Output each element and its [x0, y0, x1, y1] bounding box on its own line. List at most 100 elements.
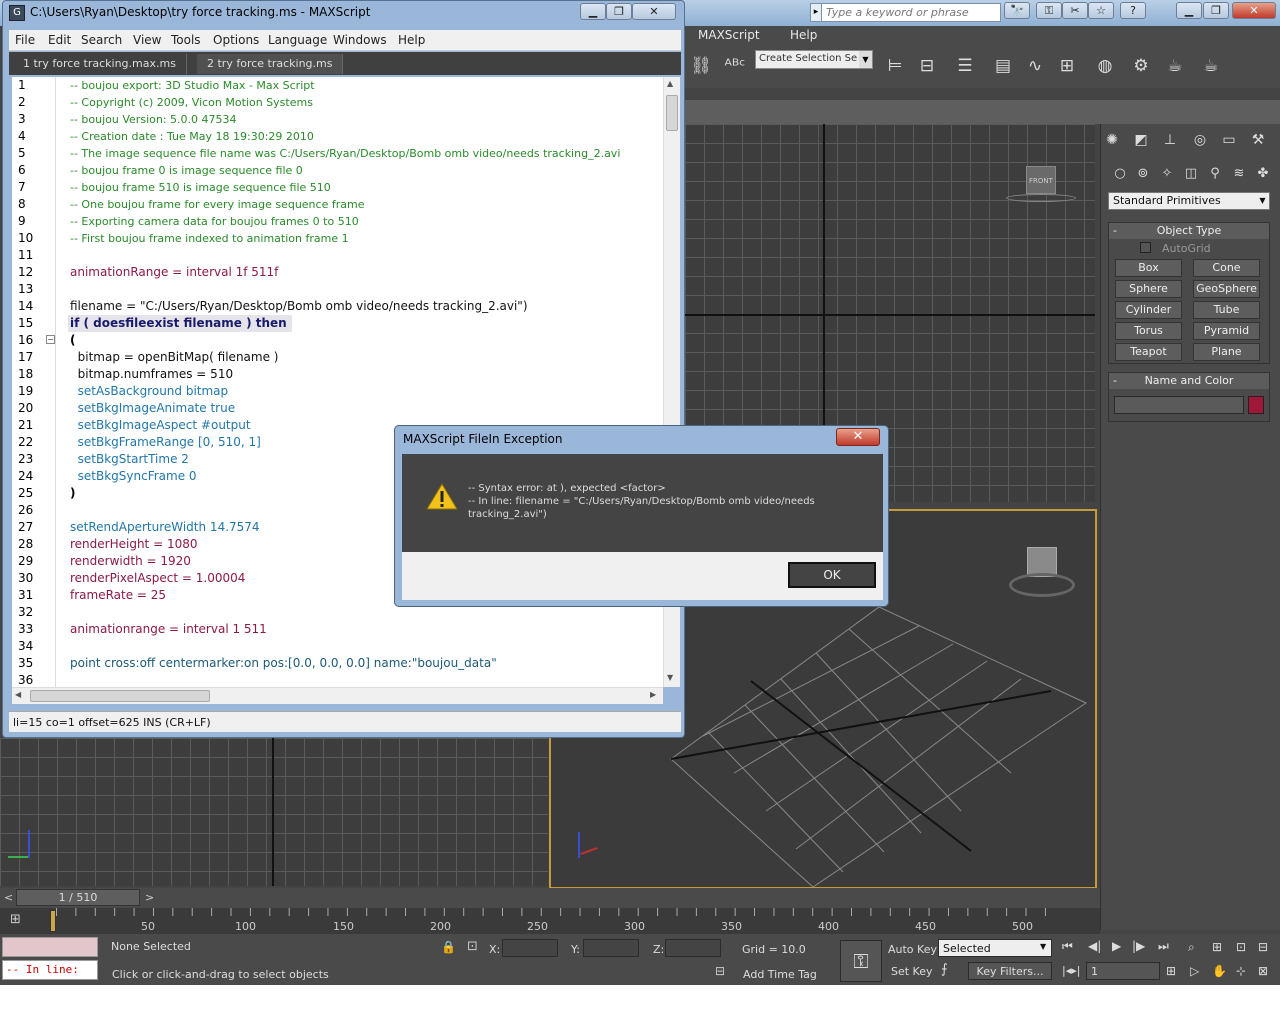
menu-language[interactable]: Language [268, 33, 327, 47]
object-type-header[interactable]: - Object Type [1109, 223, 1269, 239]
menu-file[interactable]: File [15, 33, 35, 47]
box-button[interactable]: Box [1115, 259, 1182, 277]
mirror-icon[interactable]: ⊨ [881, 52, 909, 80]
spacewarps-icon[interactable]: ≋ [1229, 164, 1249, 184]
track-bar[interactable]: ⊞ 50 100 150 200 250 300 350 400 450 500 [0, 908, 1100, 934]
viewcube-perspective[interactable] [1009, 547, 1075, 599]
material-editor-icon[interactable]: ◍ [1091, 52, 1119, 80]
shapes-icon[interactable]: ⊚ [1133, 164, 1153, 184]
scene-explorer-icon[interactable]: ▤ [989, 52, 1017, 80]
selection-set-dropdown[interactable]: Create Selection Se [755, 50, 873, 69]
utilities-tab-icon[interactable]: ⚒ [1248, 130, 1268, 150]
chevron-down-icon[interactable]: ▼ [1256, 193, 1269, 209]
key-tangent-icon[interactable]: ⨍ [941, 962, 965, 982]
key-mode-toggle-icon[interactable]: |◂▸| [1062, 964, 1080, 977]
go-to-start-icon[interactable]: ⏮ [1062, 939, 1073, 954]
link-icon[interactable]: ⛓ [687, 52, 715, 80]
tab-try-force-tracking-ms[interactable]: 2 try force tracking.ms [197, 54, 344, 74]
dialog-close-button[interactable]: ✕ [836, 428, 880, 446]
vertical-scroll-thumb[interactable] [666, 95, 678, 131]
go-to-end-icon[interactable]: ⏭ [1158, 939, 1169, 954]
menu-tools[interactable]: Tools [171, 33, 201, 47]
set-key-large-icon[interactable]: ⚿ [840, 940, 882, 982]
lock-selection-icon[interactable]: 🔒 [441, 940, 456, 954]
layers-icon[interactable]: ☰ [951, 52, 979, 80]
geometry-icon[interactable]: ○ [1110, 164, 1130, 184]
time-tag-icon[interactable]: ⊟ [715, 964, 733, 982]
maximize-viewport-icon[interactable]: ⊠ [1258, 964, 1268, 978]
viewport-left[interactable] [0, 738, 548, 886]
tools-icon[interactable]: ✂ [1062, 2, 1088, 19]
scroll-down-icon[interactable]: ▼ [667, 673, 673, 682]
key-mode-dropdown[interactable]: Selected [938, 939, 1052, 957]
set-key-button[interactable]: Set Key [891, 965, 933, 978]
field-of-view-icon[interactable]: ▷ [1190, 964, 1199, 978]
scroll-right-icon[interactable]: ▶ [650, 690, 656, 699]
display-tab-icon[interactable]: ▭ [1219, 130, 1239, 150]
menu-maxscript[interactable]: MAXScript [698, 28, 760, 42]
menu-help[interactable]: Help [790, 28, 817, 42]
create-tab-icon[interactable]: ✺ [1102, 130, 1122, 150]
torus-button[interactable]: Torus [1115, 322, 1182, 340]
x-coordinate-input[interactable] [502, 939, 558, 957]
binoculars-icon[interactable]: 🔭 [1004, 2, 1030, 19]
current-frame-input[interactable]: 1 [1086, 962, 1160, 980]
sphere-button[interactable]: Sphere [1115, 280, 1182, 298]
maximize-button[interactable]: ❐ [1203, 2, 1229, 19]
pyramid-button[interactable]: Pyramid [1193, 322, 1260, 340]
editor-minimize-button[interactable]: ▁ [580, 3, 606, 20]
category-dropdown[interactable]: Standard Primitives [1108, 192, 1270, 210]
align-icon[interactable]: ⊟ [913, 52, 941, 80]
maxscript-listener-mini[interactable] [2, 937, 98, 957]
cylinder-button[interactable]: Cylinder [1115, 301, 1182, 319]
help-icon[interactable]: ? [1120, 2, 1146, 19]
scroll-up-icon[interactable]: ▲ [667, 79, 673, 88]
maxscript-listener-output[interactable]: -- In line: [2, 960, 98, 980]
viewcube-front[interactable]: FRONT [1006, 164, 1076, 204]
previous-frame-icon[interactable]: ◀| [1088, 939, 1101, 953]
motion-tab-icon[interactable]: ◎ [1190, 130, 1210, 150]
lights-icon[interactable]: ✧ [1157, 164, 1177, 184]
orbit-icon[interactable]: ⊹ [1236, 964, 1246, 978]
horizontal-scroll-thumb[interactable] [30, 690, 210, 702]
time-config-icon[interactable]: ⊞ [1166, 964, 1176, 978]
zoom-all-icon[interactable]: ⊞ [1212, 940, 1222, 954]
render-setup-icon[interactable]: ⚙ [1127, 52, 1155, 80]
time-slider[interactable]: < 1 / 510 > [0, 888, 1100, 908]
name-color-header[interactable]: - Name and Color [1109, 373, 1269, 389]
helpers-icon[interactable]: ⚲ [1205, 164, 1225, 184]
object-name-input[interactable] [1114, 396, 1244, 414]
autogrid-checkbox[interactable] [1140, 242, 1151, 253]
menu-view[interactable]: View [133, 33, 161, 47]
z-coordinate-input[interactable] [665, 939, 721, 957]
ok-button[interactable]: OK [788, 562, 876, 588]
menu-search[interactable]: Search [81, 33, 122, 47]
y-coordinate-input[interactable] [583, 939, 639, 957]
tube-button[interactable]: Tube [1193, 301, 1260, 319]
spellcheck-icon[interactable]: ᴬᴮᶜ [721, 52, 749, 80]
time-slider-next-button[interactable]: > [145, 891, 154, 904]
menu-edit[interactable]: Edit [48, 33, 71, 47]
star-icon[interactable]: ☆ [1088, 2, 1114, 19]
horizontal-scrollbar[interactable]: ◀ ▶ [12, 687, 663, 704]
curve-editor-icon[interactable]: ∿ [1021, 52, 1049, 80]
track-bar-toggle-icon[interactable]: ⊞ [10, 912, 32, 930]
close-button[interactable]: ✕ [1232, 2, 1276, 19]
add-time-tag[interactable]: Add Time Tag [743, 968, 817, 981]
time-slider-thumb[interactable]: 1 / 510 [16, 889, 140, 906]
object-color-swatch[interactable] [1248, 396, 1264, 414]
next-frame-icon[interactable]: |▶ [1132, 939, 1145, 953]
menu-help[interactable]: Help [398, 33, 425, 47]
chevron-down-icon[interactable]: ▼ [1040, 942, 1046, 951]
scroll-left-icon[interactable]: ◀ [15, 690, 21, 699]
hierarchy-tab-icon[interactable]: ⊥ [1160, 130, 1180, 150]
minimize-button[interactable]: ▁ [1176, 2, 1202, 19]
teapot-button[interactable]: Teapot [1115, 343, 1182, 361]
modify-tab-icon[interactable]: ◩ [1131, 130, 1151, 150]
pan-icon[interactable]: ✋ [1212, 964, 1227, 978]
auto-key-button[interactable]: Auto Key [888, 943, 937, 956]
tab-try-force-tracking-max-ms[interactable]: 1 try force tracking.max.ms [13, 54, 187, 74]
schematic-icon[interactable]: ⊞ [1053, 52, 1081, 80]
quick-render-icon[interactable]: ☕ [1197, 52, 1225, 80]
editor-maximize-button[interactable]: ❐ [606, 3, 632, 20]
